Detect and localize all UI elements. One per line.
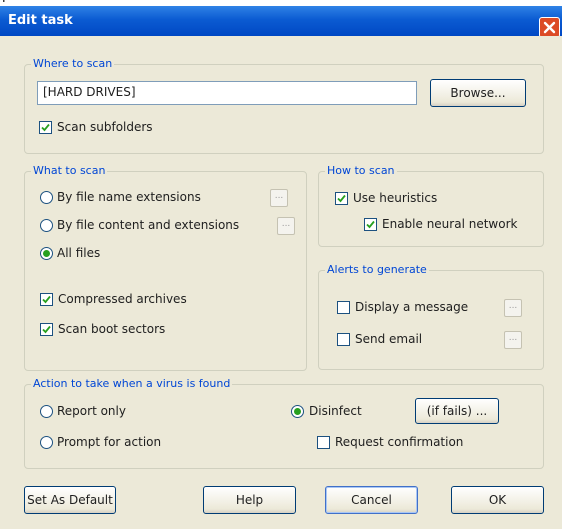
send-email-label[interactable]: Send email bbox=[355, 332, 422, 346]
group-how-to-scan: How to scan Use heuristics Enable neural… bbox=[318, 164, 544, 247]
radio-report-only[interactable] bbox=[40, 405, 53, 418]
report-only-label[interactable]: Report only bbox=[57, 404, 126, 418]
compressed-archives-label[interactable]: Compressed archives bbox=[58, 292, 187, 306]
config-button-display-message[interactable]: ... bbox=[504, 299, 522, 317]
browse-button-label: Browse... bbox=[450, 86, 506, 100]
group-label-action: Action to take when a virus is found bbox=[31, 377, 233, 391]
scan-subfolders-label[interactable]: Scan subfolders bbox=[57, 120, 153, 134]
use-heuristics-checkbox[interactable] bbox=[335, 192, 348, 205]
display-message-label[interactable]: Display a message bbox=[355, 300, 468, 314]
scan-subfolders-checkbox[interactable] bbox=[39, 121, 52, 134]
if-fails-button[interactable]: (if fails) ... bbox=[415, 398, 499, 424]
label-by-file-content-and-extensions[interactable]: By file content and extensions bbox=[57, 218, 239, 232]
request-confirmation-checkbox[interactable] bbox=[317, 436, 330, 449]
send-email-checkbox[interactable] bbox=[337, 333, 350, 346]
use-heuristics-label[interactable]: Use heuristics bbox=[353, 191, 437, 205]
check-icon bbox=[42, 295, 51, 304]
config-button-file-name-extensions[interactable]: ... bbox=[270, 189, 288, 207]
radio-disinfect[interactable] bbox=[291, 405, 304, 418]
browse-button[interactable]: Browse... bbox=[430, 79, 526, 107]
group-alerts-to-generate: Alerts to generate Display a message ...… bbox=[318, 263, 544, 370]
group-where-to-scan: Where to scan [HARD DRIVES] Browse... Sc… bbox=[24, 57, 544, 154]
check-icon bbox=[42, 325, 51, 334]
help-button[interactable]: Help bbox=[203, 486, 296, 514]
set-as-default-button-label: Set As Default bbox=[27, 493, 113, 507]
window-title: Edit task bbox=[8, 13, 73, 28]
radio-prompt-for-action[interactable] bbox=[40, 436, 53, 449]
cancel-button[interactable]: Cancel bbox=[325, 486, 418, 514]
title-bar: Edit task bbox=[0, 6, 562, 38]
display-message-checkbox[interactable] bbox=[337, 301, 350, 314]
label-all-files[interactable]: All files bbox=[57, 246, 100, 260]
scan-path-field[interactable]: [HARD DRIVES] bbox=[37, 81, 417, 105]
cancel-button-label: Cancel bbox=[351, 493, 392, 507]
help-button-label: Help bbox=[235, 493, 264, 507]
check-icon bbox=[366, 220, 375, 229]
close-button[interactable] bbox=[539, 17, 560, 38]
close-icon bbox=[543, 21, 556, 34]
dialog-client-area: Where to scan [HARD DRIVES] Browse... Sc… bbox=[0, 36, 562, 529]
config-button-file-content[interactable]: ... bbox=[277, 217, 295, 235]
prompt-for-action-label[interactable]: Prompt for action bbox=[57, 435, 161, 449]
config-button-send-email[interactable]: ... bbox=[504, 331, 522, 349]
scan-boot-sectors-label[interactable]: Scan boot sectors bbox=[58, 322, 165, 336]
enable-neural-network-label[interactable]: Enable neural network bbox=[382, 217, 517, 231]
enable-neural-network-checkbox[interactable] bbox=[364, 218, 377, 231]
group-label-alerts: Alerts to generate bbox=[325, 263, 429, 277]
compressed-archives-checkbox[interactable] bbox=[40, 293, 53, 306]
radio-by-file-content-and-extensions[interactable] bbox=[40, 219, 53, 232]
radio-by-file-name-extensions[interactable] bbox=[40, 191, 53, 204]
radio-all-files[interactable] bbox=[40, 247, 53, 260]
disinfect-label[interactable]: Disinfect bbox=[309, 404, 362, 418]
group-what-to-scan: What to scan By file name extensions ...… bbox=[24, 164, 307, 371]
ok-button-label: OK bbox=[488, 493, 507, 507]
group-label-where-to-scan: Where to scan bbox=[31, 57, 115, 71]
group-label-how-to-scan: How to scan bbox=[325, 164, 397, 178]
set-as-default-button[interactable]: Set As Default bbox=[24, 486, 116, 514]
label-by-file-name-extensions[interactable]: By file name extensions bbox=[57, 190, 201, 204]
scan-boot-sectors-checkbox[interactable] bbox=[40, 323, 53, 336]
group-action-on-virus: Action to take when a virus is found Rep… bbox=[24, 377, 544, 469]
group-label-what-to-scan: What to scan bbox=[31, 164, 108, 178]
check-icon bbox=[41, 123, 50, 132]
check-icon bbox=[337, 194, 346, 203]
if-fails-button-label: (if fails) ... bbox=[426, 404, 488, 418]
ok-button[interactable]: OK bbox=[451, 486, 544, 514]
request-confirmation-label[interactable]: Request confirmation bbox=[335, 435, 463, 449]
